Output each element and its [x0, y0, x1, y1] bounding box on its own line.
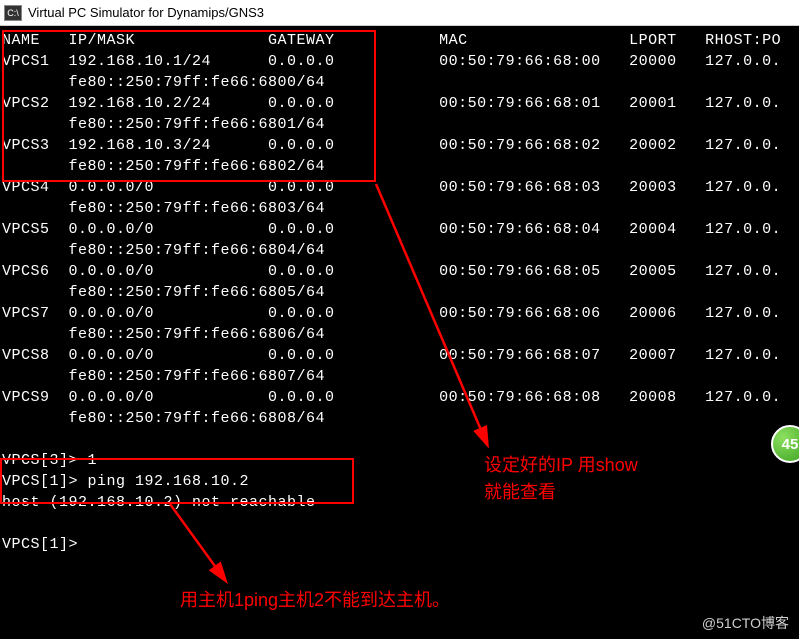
window-title: Virtual PC Simulator for Dynamips/GNS3: [28, 5, 264, 20]
terminal-output[interactable]: NAME IP/MASK GATEWAY MAC LPORT RHOST:PO …: [0, 26, 799, 559]
window-titlebar[interactable]: C:\ Virtual PC Simulator for Dynamips/GN…: [0, 0, 799, 26]
watermark: @51CTO博客: [702, 613, 789, 633]
annotation-ping-fail: 用主机1ping主机2不能到达主机。: [180, 586, 450, 612]
app-icon: C:\: [4, 5, 22, 21]
annotation-show-ip: 设定好的IP 用show 就能查看: [484, 452, 638, 506]
